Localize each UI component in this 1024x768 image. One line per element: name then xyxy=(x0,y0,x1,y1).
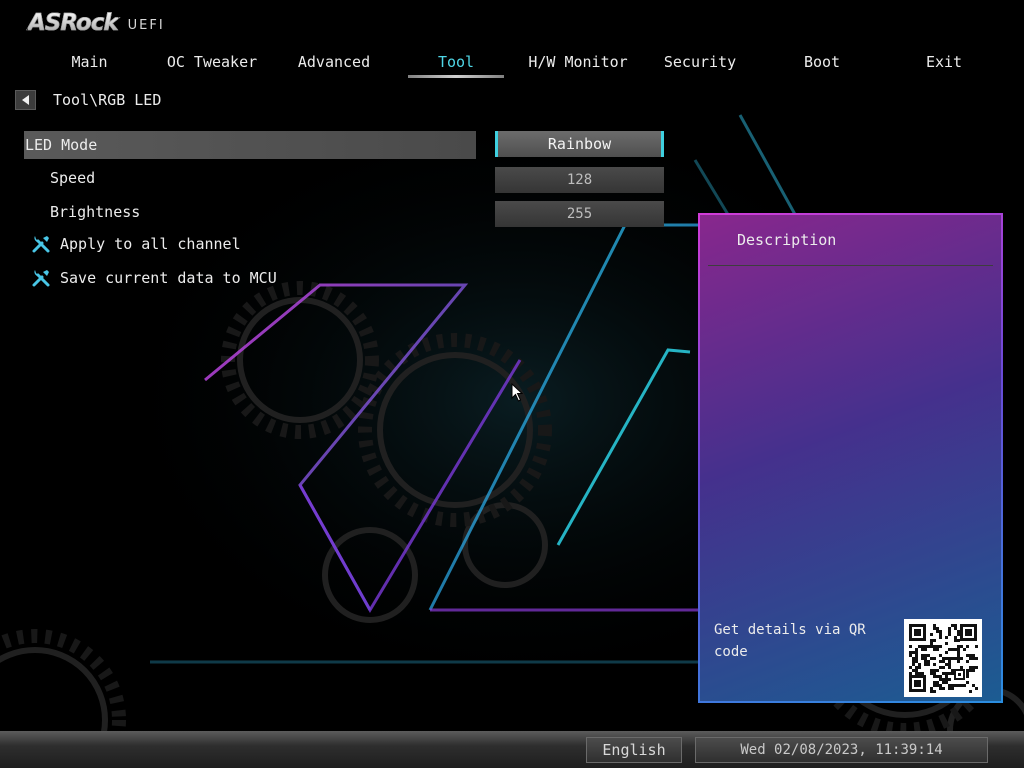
tab-tool[interactable]: Tool xyxy=(408,50,504,78)
back-button[interactable] xyxy=(15,90,36,110)
apply-all-channel-label: Apply to all channel xyxy=(60,235,241,253)
description-divider xyxy=(708,265,993,266)
description-title: Description xyxy=(737,231,837,249)
back-arrow-icon xyxy=(22,95,29,105)
apply-all-channel-item[interactable]: Apply to all channel xyxy=(30,232,260,256)
tab-advanced[interactable]: Advanced xyxy=(273,50,395,78)
breadcrumb: Tool\RGB LED xyxy=(53,91,162,109)
brand-name: ASRock xyxy=(28,10,119,37)
tools-icon xyxy=(32,270,50,287)
main-tabs: Main OC Tweaker Advanced Tool H/W Monito… xyxy=(28,50,1023,80)
led-mode-label: LED Mode xyxy=(25,136,98,154)
tab-security[interactable]: Security xyxy=(639,50,761,78)
tab-main[interactable]: Main xyxy=(28,50,151,78)
language-button[interactable]: English xyxy=(586,737,682,763)
description-panel: Description Get details via QR code xyxy=(698,213,1003,703)
qr-caption: Get details via QR code xyxy=(714,622,866,660)
uefi-label: UEFI xyxy=(127,18,165,33)
tab-oc-tweaker[interactable]: OC Tweaker xyxy=(151,50,273,78)
tab-exit[interactable]: Exit xyxy=(883,50,1005,78)
brightness-value[interactable]: 255 xyxy=(495,201,664,227)
speed-value[interactable]: 128 xyxy=(495,167,664,193)
save-to-mcu-item[interactable]: Save current data to MCU xyxy=(30,266,290,290)
brightness-label: Brightness xyxy=(50,203,141,221)
asrock-logo: ASRock UEFI xyxy=(28,10,165,37)
qr-code-icon xyxy=(904,619,982,697)
tools-icon xyxy=(32,236,50,253)
save-to-mcu-label: Save current data to MCU xyxy=(60,269,277,287)
mouse-cursor-icon xyxy=(511,383,524,402)
tab-hw-monitor[interactable]: H/W Monitor xyxy=(517,50,639,78)
led-mode-row[interactable]: LED Mode xyxy=(24,131,476,159)
tab-boot[interactable]: Boot xyxy=(761,50,883,78)
led-mode-value[interactable]: Rainbow xyxy=(495,131,664,157)
speed-label: Speed xyxy=(50,169,96,187)
datetime-display: Wed 02/08/2023, 11:39:14 xyxy=(695,737,988,763)
